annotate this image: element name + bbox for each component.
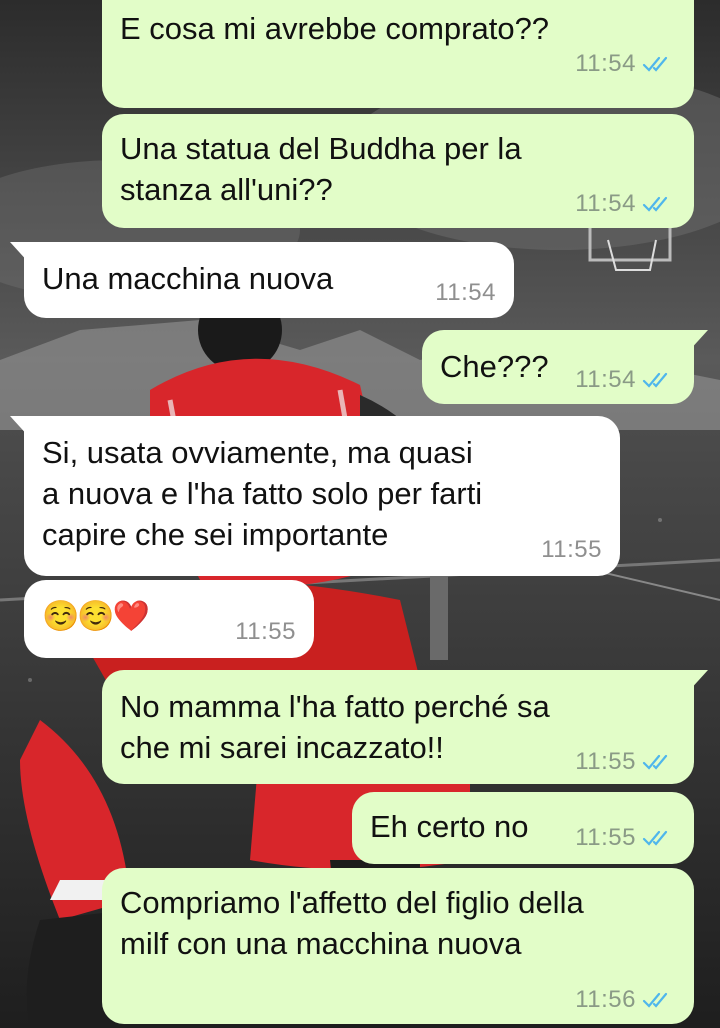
message-bubble[interactable]: ☺️☺️❤️ 11:55	[24, 580, 314, 658]
message-bubble[interactable]: Si, usata ovviamente, ma quasi a nuova e…	[10, 416, 620, 576]
message-text: Una macchina nuova	[42, 261, 334, 296]
message-time: 11:55	[575, 824, 636, 851]
message-text: Che???	[440, 349, 549, 384]
message-time: 11:56	[575, 986, 636, 1013]
message-time: 11:54	[575, 366, 636, 393]
double-check-icon	[642, 992, 668, 1008]
bubble-tail	[688, 330, 708, 352]
message-bubble[interactable]: Che??? 11:54	[422, 330, 708, 404]
message-text: Si, usata ovviamente, ma quasi a nuova e…	[42, 435, 483, 552]
message-text: Compriamo l'affetto del figlio della mil…	[120, 885, 584, 961]
double-check-icon	[642, 196, 668, 212]
double-check-icon	[642, 372, 668, 388]
message-bubble[interactable]: Una macchina nuova 11:54	[10, 242, 514, 318]
message-time: 11:55	[575, 748, 636, 775]
message-bubble[interactable]: E cosa mi avrebbe comprato?? 11:54	[102, 0, 694, 108]
message-text: E cosa mi avrebbe comprato??	[120, 11, 550, 46]
bubble-tail	[10, 416, 30, 438]
bubble-tail	[10, 242, 30, 264]
message-bubble[interactable]: Eh certo no 11:55	[352, 792, 694, 864]
bubble-tail	[688, 670, 708, 692]
double-check-icon	[642, 830, 668, 846]
message-bubble[interactable]: Compriamo l'affetto del figlio della mil…	[102, 868, 694, 1024]
double-check-icon	[642, 754, 668, 770]
message-bubble[interactable]: No mamma l'ha fatto perché sa che mi sar…	[102, 670, 708, 784]
message-time: 11:55	[541, 536, 602, 563]
message-time: 11:54	[575, 190, 636, 217]
message-time: 11:54	[575, 50, 636, 77]
message-time: 11:54	[435, 279, 496, 306]
message-bubble[interactable]: Una statua del Buddha per la stanza all'…	[102, 114, 694, 228]
double-check-icon	[642, 56, 668, 72]
message-time: 11:55	[235, 618, 296, 645]
